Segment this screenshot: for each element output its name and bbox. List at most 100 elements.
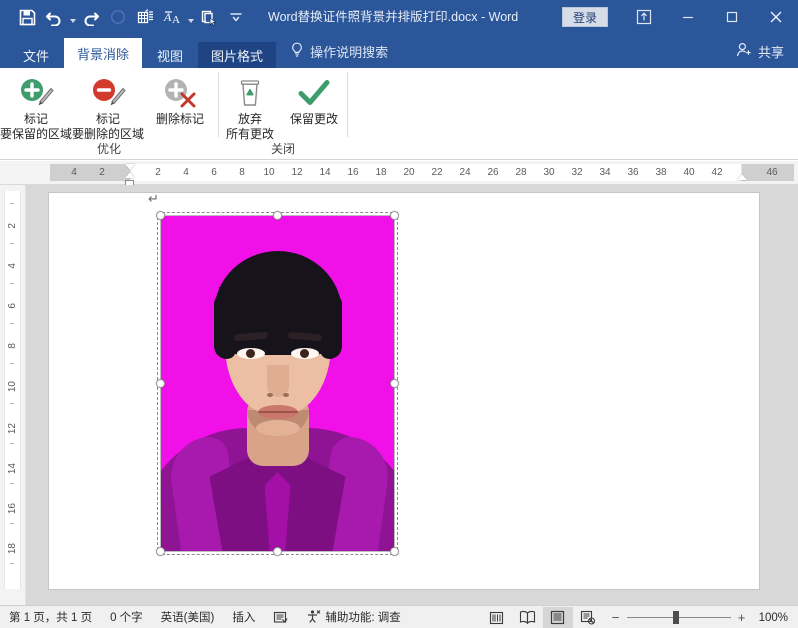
word-count[interactable]: 0 个字 [101, 606, 152, 628]
maximize-button[interactable] [710, 0, 754, 34]
horizontal-ruler-track: 4 2 2 4 6 8 10 12 14 16 18 20 22 24 26 2… [26, 161, 798, 187]
left-margin-zone [50, 164, 130, 181]
hruler-num: 42 [711, 167, 723, 178]
hruler-num: 12 [291, 167, 303, 178]
ribbon-group-close-items: 放弃 所有更改 保留更改 [219, 68, 347, 142]
hruler-num: 24 [459, 167, 471, 178]
resize-handle-top-center[interactable] [273, 211, 282, 220]
resize-handle-middle-left[interactable] [156, 379, 165, 388]
ribbon-group-close: 放弃 所有更改 保留更改 关闭 [219, 68, 347, 160]
tab-view[interactable]: 视图 [144, 42, 196, 68]
paragraph-mark-icon: ↵ [148, 191, 159, 206]
ribbon-display-options-icon[interactable] [622, 0, 666, 34]
share-label: 共享 [757, 44, 784, 60]
language-indicator[interactable]: 英语(美国) [152, 606, 224, 628]
hruler-num: 34 [599, 167, 611, 178]
hruler-num: 4 [183, 167, 189, 178]
zoom-slider[interactable]: − + [603, 610, 755, 625]
ribbon-group-refine-items: 标记 要保留的区域 标记 要删除的区域 删除标记 [0, 68, 218, 142]
resize-handle-bottom-left[interactable] [156, 547, 165, 556]
touch-mode-icon[interactable] [105, 4, 131, 30]
vruler-num: 12 [7, 423, 18, 435]
zoom-thumb[interactable] [672, 611, 679, 624]
tell-me-search[interactable]: 操作说明搜索 [290, 34, 388, 68]
document-page[interactable]: ↵ [49, 191, 759, 589]
ribbon-tab-bar: 文件 背景消除 视图 图片格式 操作说明搜索 共享 [0, 34, 798, 68]
hruler-num: 36 [627, 167, 639, 178]
tab-file[interactable]: 文件 [10, 42, 62, 68]
font-format-dropdown-icon[interactable] [186, 4, 195, 30]
mark-keep-label-2: 要保留的区域 [0, 127, 73, 141]
zoom-level-label[interactable]: 100% [755, 612, 798, 624]
accessibility-label: 辅助功能: 调查 [325, 612, 401, 624]
document-canvas[interactable]: ↵ [26, 185, 798, 605]
accessibility-indicator[interactable]: 辅助功能: 调查 [297, 606, 409, 628]
keep-changes-button[interactable]: 保留更改 [281, 74, 347, 127]
zoom-track[interactable] [626, 611, 731, 624]
zoom-out-button[interactable]: − [611, 610, 621, 625]
resize-handle-top-left[interactable] [156, 211, 165, 220]
discard-changes-button[interactable]: 放弃 所有更改 [219, 74, 281, 142]
hruler-num: 40 [683, 167, 695, 178]
mark-keep-button[interactable]: 标记 要保留的区域 [0, 74, 72, 142]
page-indicator[interactable]: 第 1 页，共 1 页 [0, 606, 101, 628]
vruler-num: 8 [7, 343, 18, 349]
hruler-num: 8 [239, 167, 245, 178]
word-window: AA Word替换证件照背景并排版打印.docx - Word 登录 文件 背景… [0, 0, 798, 628]
mark-remove-button[interactable]: 标记 要删除的区域 [72, 74, 144, 142]
mark-remove-label-1: 标记 [95, 112, 120, 126]
hruler-num: 28 [515, 167, 527, 178]
close-button[interactable] [754, 0, 798, 34]
keep-changes-check-icon [297, 74, 331, 112]
resize-handle-bottom-center[interactable] [273, 547, 282, 556]
vruler-num: 4 [7, 263, 18, 269]
resize-handle-bottom-right[interactable] [390, 547, 399, 556]
picture-selection[interactable] [156, 211, 399, 556]
insert-mode-indicator[interactable]: 插入 [223, 606, 264, 628]
undo-dropdown-icon[interactable] [68, 4, 77, 30]
first-line-indent-marker[interactable] [125, 164, 135, 170]
hruler-num: 10 [263, 167, 275, 178]
undo-icon[interactable] [41, 4, 67, 30]
tab-picture-format[interactable]: 图片格式 [198, 42, 277, 68]
insert-table-icon[interactable] [132, 4, 158, 30]
tab-list: 文件 背景消除 视图 图片格式 操作说明搜索 [0, 34, 798, 68]
hruler-num: 2 [99, 167, 105, 178]
hruler-num: 6 [211, 167, 217, 178]
font-format-icon[interactable]: AA [159, 4, 185, 30]
web-layout-button[interactable] [573, 607, 603, 628]
ribbon-group-close-label: 关闭 [270, 142, 295, 156]
delete-mark-button[interactable]: 删除标记 [144, 74, 216, 127]
zoom-in-button[interactable]: + [737, 610, 747, 625]
vruler-num: 18 [7, 543, 18, 555]
resize-handle-middle-right[interactable] [390, 379, 399, 388]
redo-icon[interactable] [78, 4, 104, 30]
mark-remove-label-2: 要删除的区域 [72, 127, 145, 141]
resize-handle-top-right[interactable] [390, 211, 399, 220]
quick-access-toolbar: AA [0, 0, 249, 34]
delete-mark-label-1: 删除标记 [155, 112, 204, 126]
vruler-num: 6 [7, 303, 18, 309]
window-title: Word替换证件照背景并排版打印.docx - Word [268, 10, 519, 24]
share-button[interactable]: 共享 [736, 34, 784, 68]
hruler-num: 46 [766, 167, 778, 178]
hruler-num: 2 [155, 167, 161, 178]
hruler-num: 30 [543, 167, 555, 178]
customize-qat-icon[interactable] [223, 4, 249, 30]
hruler-num: 20 [403, 167, 415, 178]
format-painter-icon[interactable] [196, 4, 222, 30]
right-indent-marker[interactable] [737, 174, 747, 180]
ribbon: 标记 要保留的区域 标记 要删除的区域 删除标记 优化 放弃 所有更改 保留更改… [0, 68, 798, 160]
save-icon[interactable] [14, 4, 40, 30]
sign-in-button[interactable]: 登录 [561, 7, 608, 27]
print-layout-button[interactable] [542, 607, 573, 628]
vertical-ruler[interactable]: 2 4 6 8 10 12 14 16 18 [0, 185, 26, 605]
proofing-icon[interactable] [264, 606, 297, 628]
tab-background-removal[interactable]: 背景消除 [64, 38, 143, 68]
macro-recording-icon[interactable] [480, 606, 513, 628]
discard-changes-label-1: 放弃 [237, 112, 262, 126]
hanging-indent-marker[interactable] [125, 172, 135, 178]
window-controls: 登录 [561, 0, 798, 34]
minimize-button[interactable] [666, 0, 710, 34]
read-mode-button[interactable] [513, 607, 543, 628]
